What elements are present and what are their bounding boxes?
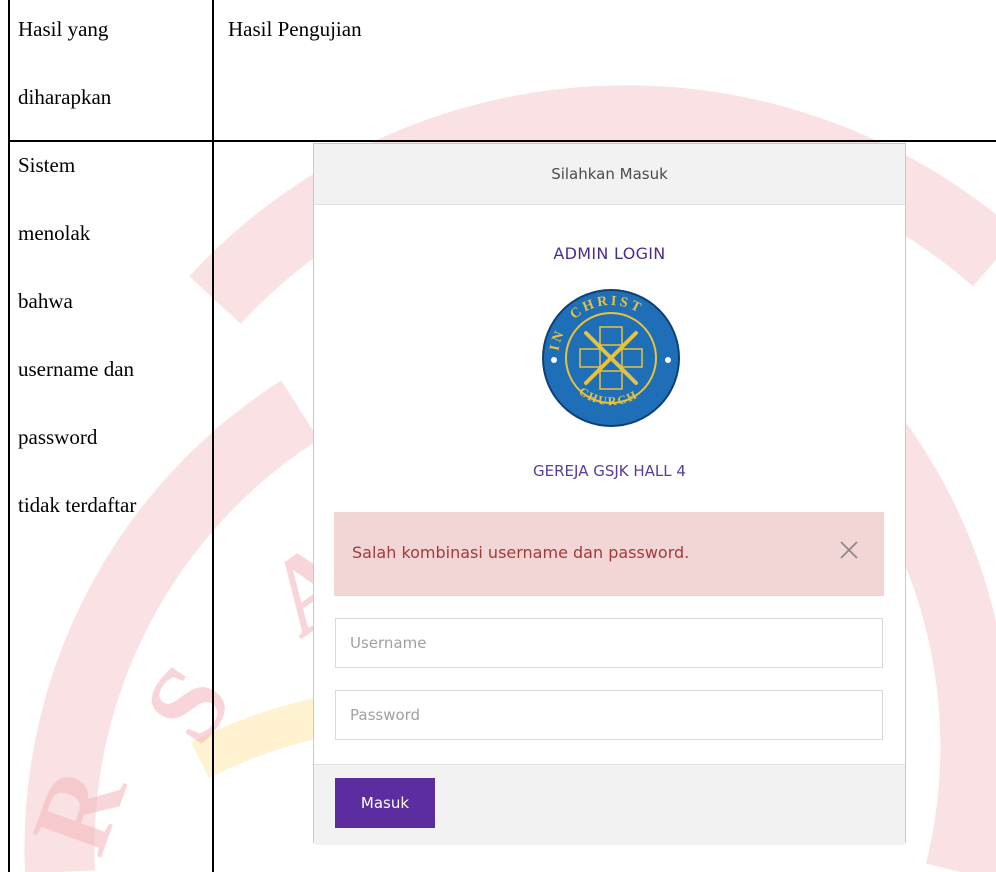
password-placeholder: Password: [350, 706, 421, 724]
svg-text:R: R: [8, 750, 150, 868]
username-placeholder: Username: [350, 634, 427, 652]
church-name: GEREJA GSJK HALL 4: [533, 462, 686, 480]
error-message: Salah kombinasi username dan password.: [352, 543, 690, 562]
panel-header: Silahkan Masuk: [314, 144, 905, 205]
admin-login-title: ADMIN LOGIN: [553, 244, 666, 263]
svg-text:S: S: [120, 644, 255, 764]
password-input[interactable]: Password: [335, 690, 883, 740]
expected-line-1: Sistem: [18, 153, 76, 177]
login-button[interactable]: Masuk: [335, 778, 435, 828]
login-panel: Silahkan Masuk ADMIN LOGIN IN CHRIST CHU…: [313, 143, 906, 845]
table-column-divider: [212, 0, 214, 872]
header-expected-line1: Hasil yang: [18, 17, 109, 41]
table-row-divider: [8, 140, 996, 142]
panel-footer: Masuk: [314, 764, 905, 845]
header-test-result: Hasil Pengujian: [228, 17, 362, 41]
expected-line-3: bahwa: [18, 289, 73, 313]
expected-line-6: tidak terdaftar: [18, 493, 137, 517]
header-expected-line2: diharapkan: [18, 85, 112, 109]
church-logo: IN CHRIST CHURCH: [542, 289, 680, 427]
table-border-left: [8, 0, 10, 872]
error-alert: Salah kombinasi username dan password.: [334, 512, 884, 596]
username-input[interactable]: Username: [335, 618, 883, 668]
expected-line-2: menolak: [18, 221, 91, 245]
close-icon[interactable]: [838, 539, 860, 561]
expected-line-5: password: [18, 425, 98, 449]
panel-title: Silahkan Masuk: [551, 165, 668, 183]
expected-line-4: username dan: [18, 357, 135, 381]
